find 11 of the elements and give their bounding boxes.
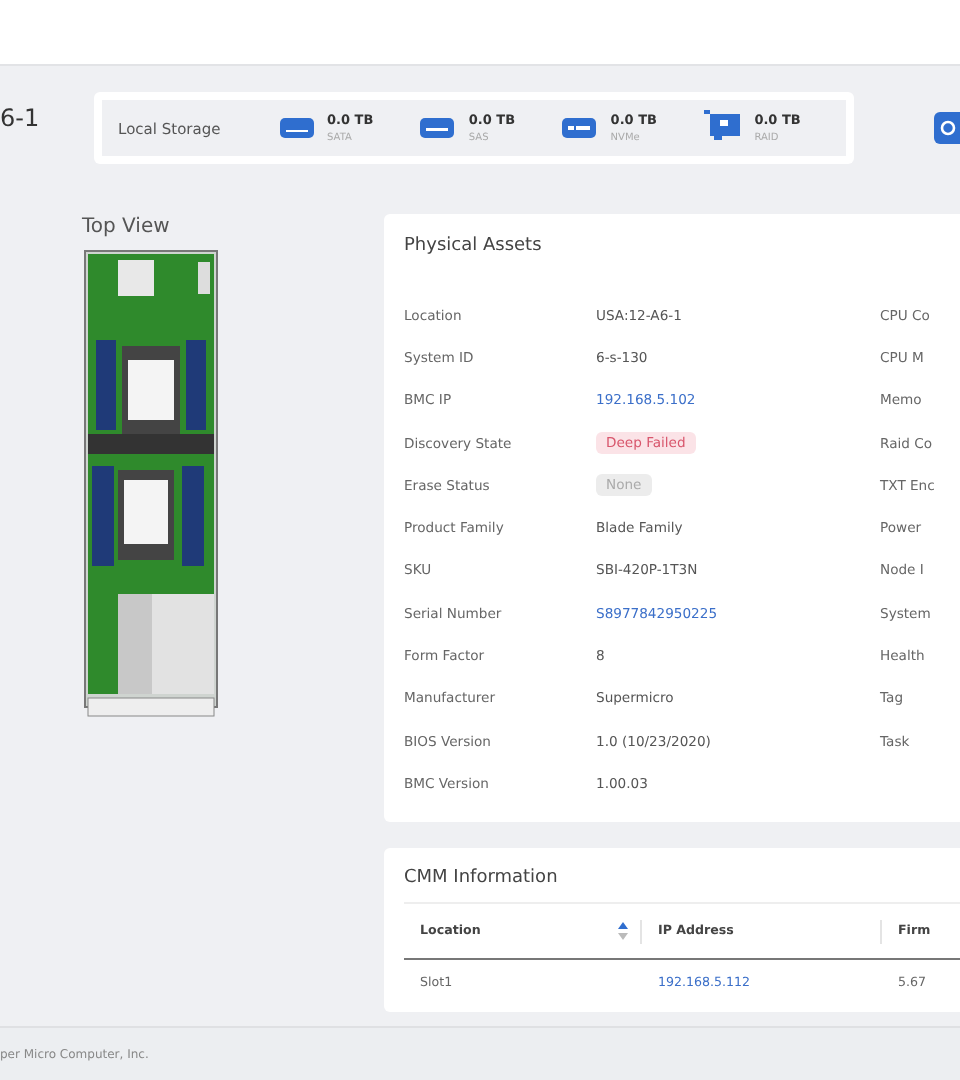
circle-icon bbox=[940, 120, 957, 136]
raid-card-icon bbox=[704, 110, 741, 142]
nvme-drive-icon bbox=[562, 118, 597, 138]
drive-icon bbox=[420, 118, 455, 138]
sort-icon[interactable] bbox=[618, 922, 628, 940]
icon-button[interactable] bbox=[934, 112, 960, 144]
card-title: CMM Information bbox=[404, 866, 558, 890]
card-title: Physical Assets bbox=[404, 234, 542, 258]
page-title: 6-1 bbox=[0, 106, 42, 130]
section-title: Top View bbox=[82, 214, 170, 242]
drive-icon bbox=[279, 118, 314, 138]
